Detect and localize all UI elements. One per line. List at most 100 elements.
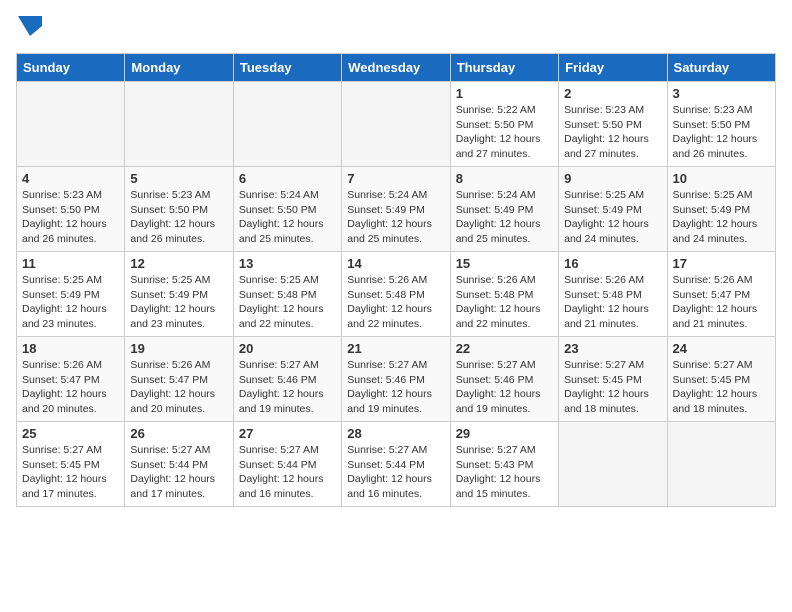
calendar-cell: [559, 422, 667, 507]
cell-info: Sunrise: 5:25 AM Sunset: 5:49 PM Dayligh…: [673, 188, 770, 247]
calendar-cell: 16 Sunrise: 5:26 AM Sunset: 5:48 PM Dayli…: [559, 252, 667, 337]
col-friday: Friday: [559, 54, 667, 82]
day-number: 25: [22, 426, 119, 441]
calendar-cell: 28Sunrise: 5:27 AM Sunset: 5:44 PM Dayli…: [342, 422, 450, 507]
day-number: 2: [564, 86, 661, 101]
calendar-cell: 25 Sunrise: 5:27 AM Sunset: 5:45 PM Dayli…: [17, 422, 125, 507]
calendar-week-2: 11 Sunrise: 5:25 AM Sunset: 5:49 PM Dayli…: [17, 252, 776, 337]
cell-info: Sunrise: 5:23 AM Sunset: 5:50 PM Dayligh…: [564, 103, 661, 162]
cell-info: Sunrise: 5:22 AM Sunset: 5:50 PM Dayligh…: [456, 103, 553, 162]
cell-info: Sunrise: 5:27 AM Sunset: 5:46 PM Dayligh…: [347, 358, 444, 417]
calendar-cell: 11 Sunrise: 5:25 AM Sunset: 5:49 PM Dayli…: [17, 252, 125, 337]
cell-info: Sunrise: 5:24 AM Sunset: 5:49 PM Dayligh…: [347, 188, 444, 247]
calendar-cell: 6Sunrise: 5:24 AM Sunset: 5:50 PM Daylig…: [233, 167, 341, 252]
day-number: 20: [239, 341, 336, 356]
day-number: 27: [239, 426, 336, 441]
calendar-cell: 3 Sunrise: 5:23 AM Sunset: 5:50 PM Daylig…: [667, 82, 775, 167]
calendar-cell: 15 Sunrise: 5:26 AM Sunset: 5:48 PM Dayli…: [450, 252, 558, 337]
cell-info: Sunrise: 5:25 AM Sunset: 5:49 PM Dayligh…: [22, 273, 119, 332]
day-number: 29: [456, 426, 553, 441]
logo-text: [16, 16, 42, 41]
cell-info: Sunrise: 5:27 AM Sunset: 5:43 PM Dayligh…: [456, 443, 553, 502]
col-tuesday: Tuesday: [233, 54, 341, 82]
day-number: 13: [239, 256, 336, 271]
cell-info: Sunrise: 5:27 AM Sunset: 5:44 PM Dayligh…: [239, 443, 336, 502]
day-number: 9: [564, 171, 661, 186]
cell-info: Sunrise: 5:25 AM Sunset: 5:49 PM Dayligh…: [564, 188, 661, 247]
day-number: 24: [673, 341, 770, 356]
cell-info: Sunrise: 5:26 AM Sunset: 5:47 PM Dayligh…: [130, 358, 227, 417]
calendar-cell: 23 Sunrise: 5:27 AM Sunset: 5:45 PM Dayli…: [559, 337, 667, 422]
calendar-week-1: 4Sunrise: 5:23 AM Sunset: 5:50 PM Daylig…: [17, 167, 776, 252]
calendar-cell: 19 Sunrise: 5:26 AM Sunset: 5:47 PM Dayli…: [125, 337, 233, 422]
cell-info: Sunrise: 5:27 AM Sunset: 5:45 PM Dayligh…: [564, 358, 661, 417]
day-number: 28: [347, 426, 444, 441]
day-number: 18: [22, 341, 119, 356]
col-thursday: Thursday: [450, 54, 558, 82]
calendar-table: Sunday Monday Tuesday Wednesday Thursday…: [16, 53, 776, 507]
calendar-cell: [125, 82, 233, 167]
cell-info: Sunrise: 5:26 AM Sunset: 5:48 PM Dayligh…: [347, 273, 444, 332]
day-number: 10: [673, 171, 770, 186]
cell-info: Sunrise: 5:27 AM Sunset: 5:45 PM Dayligh…: [673, 358, 770, 417]
day-number: 5: [130, 171, 227, 186]
calendar-cell: 18 Sunrise: 5:26 AM Sunset: 5:47 PM Dayli…: [17, 337, 125, 422]
day-number: 26: [130, 426, 227, 441]
calendar-cell: 1 Sunrise: 5:22 AM Sunset: 5:50 PM Daylig…: [450, 82, 558, 167]
cell-info: Sunrise: 5:26 AM Sunset: 5:48 PM Dayligh…: [564, 273, 661, 332]
day-number: 17: [673, 256, 770, 271]
calendar-cell: 24 Sunrise: 5:27 AM Sunset: 5:45 PM Dayli…: [667, 337, 775, 422]
logo: [16, 16, 42, 41]
cell-info: Sunrise: 5:25 AM Sunset: 5:49 PM Dayligh…: [130, 273, 227, 332]
calendar-cell: 21 Sunrise: 5:27 AM Sunset: 5:46 PM Dayli…: [342, 337, 450, 422]
day-number: 8: [456, 171, 553, 186]
calendar-week-4: 25 Sunrise: 5:27 AM Sunset: 5:45 PM Dayli…: [17, 422, 776, 507]
calendar-cell: 2 Sunrise: 5:23 AM Sunset: 5:50 PM Daylig…: [559, 82, 667, 167]
calendar-cell: 12 Sunrise: 5:25 AM Sunset: 5:49 PM Dayli…: [125, 252, 233, 337]
col-monday: Monday: [125, 54, 233, 82]
day-number: 16: [564, 256, 661, 271]
calendar-cell: [342, 82, 450, 167]
header-row: Sunday Monday Tuesday Wednesday Thursday…: [17, 54, 776, 82]
logo-icon: [18, 16, 42, 36]
day-number: 1: [456, 86, 553, 101]
cell-info: Sunrise: 5:27 AM Sunset: 5:44 PM Dayligh…: [130, 443, 227, 502]
cell-info: Sunrise: 5:24 AM Sunset: 5:49 PM Dayligh…: [456, 188, 553, 247]
calendar-cell: [667, 422, 775, 507]
cell-info: Sunrise: 5:23 AM Sunset: 5:50 PM Dayligh…: [673, 103, 770, 162]
calendar-cell: [17, 82, 125, 167]
calendar-cell: 10 Sunrise: 5:25 AM Sunset: 5:49 PM Dayli…: [667, 167, 775, 252]
cell-info: Sunrise: 5:25 AM Sunset: 5:48 PM Dayligh…: [239, 273, 336, 332]
calendar-cell: 17 Sunrise: 5:26 AM Sunset: 5:47 PM Dayli…: [667, 252, 775, 337]
day-number: 19: [130, 341, 227, 356]
col-sunday: Sunday: [17, 54, 125, 82]
calendar-cell: 27 Sunrise: 5:27 AM Sunset: 5:44 PM Dayli…: [233, 422, 341, 507]
day-number: 12: [130, 256, 227, 271]
col-wednesday: Wednesday: [342, 54, 450, 82]
calendar-cell: 9 Sunrise: 5:25 AM Sunset: 5:49 PM Daylig…: [559, 167, 667, 252]
calendar-cell: 8 Sunrise: 5:24 AM Sunset: 5:49 PM Daylig…: [450, 167, 558, 252]
calendar-week-0: 1 Sunrise: 5:22 AM Sunset: 5:50 PM Daylig…: [17, 82, 776, 167]
day-number: 21: [347, 341, 444, 356]
day-number: 11: [22, 256, 119, 271]
day-number: 14: [347, 256, 444, 271]
col-saturday: Saturday: [667, 54, 775, 82]
cell-info: Sunrise: 5:23 AM Sunset: 5:50 PM Dayligh…: [130, 188, 227, 247]
cell-info: Sunrise: 5:24 AM Sunset: 5:50 PM Dayligh…: [239, 188, 336, 247]
cell-info: Sunrise: 5:26 AM Sunset: 5:48 PM Dayligh…: [456, 273, 553, 332]
cell-info: Sunrise: 5:26 AM Sunset: 5:47 PM Dayligh…: [673, 273, 770, 332]
day-number: 22: [456, 341, 553, 356]
cell-info: Sunrise: 5:26 AM Sunset: 5:47 PM Dayligh…: [22, 358, 119, 417]
calendar-cell: 13 Sunrise: 5:25 AM Sunset: 5:48 PM Dayli…: [233, 252, 341, 337]
cell-info: Sunrise: 5:27 AM Sunset: 5:45 PM Dayligh…: [22, 443, 119, 502]
calendar-cell: [233, 82, 341, 167]
calendar-cell: 7Sunrise: 5:24 AM Sunset: 5:49 PM Daylig…: [342, 167, 450, 252]
day-number: 23: [564, 341, 661, 356]
calendar-cell: 20Sunrise: 5:27 AM Sunset: 5:46 PM Dayli…: [233, 337, 341, 422]
calendar-cell: 4Sunrise: 5:23 AM Sunset: 5:50 PM Daylig…: [17, 167, 125, 252]
calendar-cell: 26 Sunrise: 5:27 AM Sunset: 5:44 PM Dayli…: [125, 422, 233, 507]
calendar-cell: 29 Sunrise: 5:27 AM Sunset: 5:43 PM Dayli…: [450, 422, 558, 507]
day-number: 3: [673, 86, 770, 101]
page-header: [16, 16, 776, 41]
day-number: 15: [456, 256, 553, 271]
